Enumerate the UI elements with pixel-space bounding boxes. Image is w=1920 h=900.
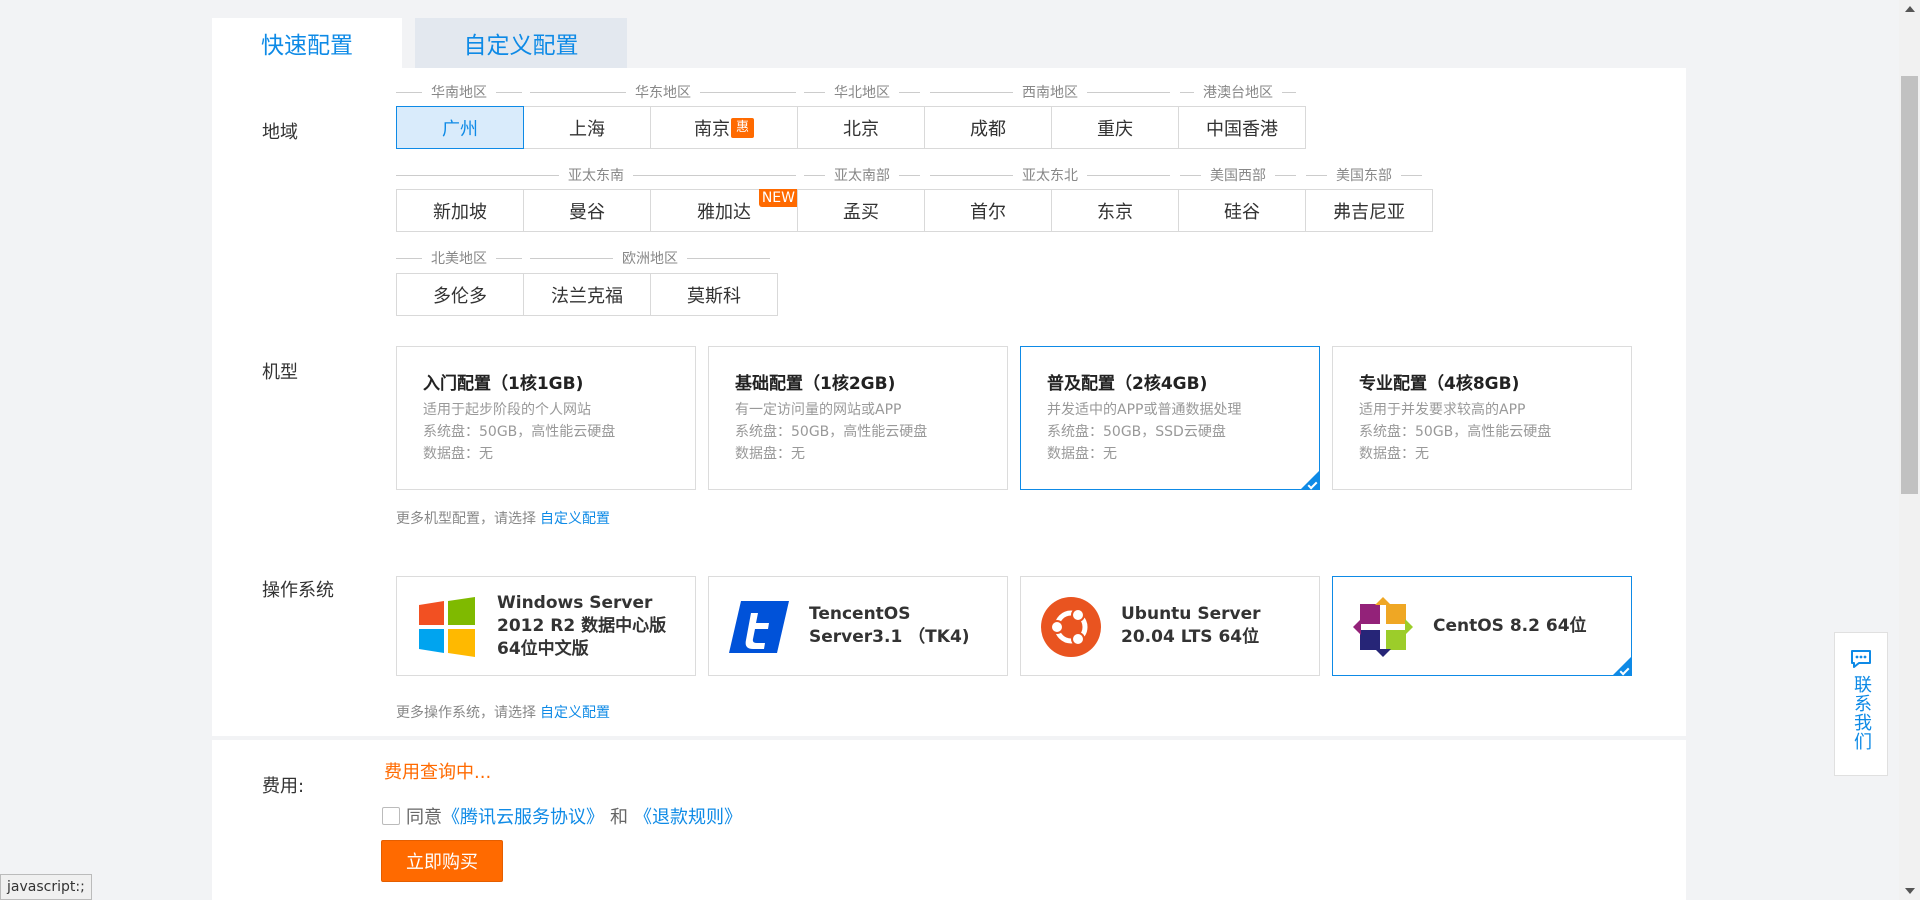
machine-title: 普及配置（2核4GB) — [1047, 374, 1208, 394]
region-group-header: 华南地区 — [396, 84, 522, 101]
region-row-3: 多伦多 法兰克福 莫斯科 — [396, 273, 778, 316]
region-option[interactable]: 中国香港 — [1178, 106, 1306, 149]
region-group-header: 欧洲地区 — [530, 250, 770, 267]
contact-us-button[interactable]: 联系我们 — [1834, 632, 1888, 776]
region-option[interactable]: 莫斯科 — [650, 273, 778, 316]
machine-desc: 并发适中的APP或普通数据处理 系统盘：50GB，SSD云硬盘 数据盘：无 — [1047, 402, 1242, 462]
os-name: TencentOS Server3.1 （TK4) — [809, 604, 970, 647]
os-card[interactable]: TencentOS Server3.1 （TK4) — [708, 576, 1008, 676]
os-card[interactable]: Windows Server 2012 R2 数据中心版 64位中文版 — [396, 576, 696, 676]
region-option[interactable]: 多伦多 — [396, 273, 524, 316]
agree-and: 和 — [610, 807, 628, 828]
region-option[interactable]: 东京 — [1051, 189, 1179, 232]
machine-title: 基础配置（1核2GB) — [735, 374, 896, 394]
region-row-1: 广州 上海 南京惠 北京 成都 重庆 中国香港 — [396, 106, 1306, 149]
new-badge: NEW — [758, 189, 798, 207]
agreement: 同意 《腾讯云服务协议》 和 《退款规则》 — [382, 803, 742, 829]
machine-card-selected[interactable]: 普及配置（2核4GB) 并发适中的APP或普通数据处理 系统盘：50GB，SSD云… — [1020, 346, 1320, 490]
region-group-header: 亚太南部 — [804, 167, 920, 184]
region-label: 地域 — [262, 122, 298, 143]
tab-custom-config[interactable]: 自定义配置 — [415, 18, 627, 68]
region-group-header: 港澳台地区 — [1180, 84, 1296, 101]
region-option[interactable]: 重庆 — [1051, 106, 1179, 149]
os-name: Ubuntu Server 20.04 LTS 64位 — [1121, 604, 1261, 647]
os-card[interactable]: Ubuntu Server 20.04 LTS 64位 — [1020, 576, 1320, 676]
region-group-header: 亚太东北 — [930, 167, 1170, 184]
region-option[interactable]: 北京 — [797, 106, 925, 149]
custom-config-link[interactable]: 自定义配置 — [540, 705, 610, 721]
windows-icon — [419, 597, 475, 657]
tencentos-icon — [729, 601, 789, 653]
agree-prefix: 同意 — [406, 807, 442, 828]
region-group-header: 西南地区 — [930, 84, 1170, 101]
machine-desc: 适用于起步阶段的个人网站 系统盘：50GB，高性能云硬盘 数据盘：无 — [423, 402, 616, 462]
os-name: Windows Server 2012 R2 数据中心版 64位中文版 — [497, 592, 667, 659]
region-option[interactable]: 首尔 — [924, 189, 1052, 232]
centos-icon — [1353, 597, 1413, 657]
os-name: CentOS 8.2 64位 — [1433, 615, 1587, 636]
region-row-2: 新加坡 曼谷 雅加达 NEW 孟买 首尔 东京 硅谷 弗吉尼亚 — [396, 189, 1433, 232]
config-panel: 地域 华南地区 华东地区 华北地区 西南地区 港澳台地区 广州 上海 南京惠 北… — [212, 68, 1686, 736]
ubuntu-icon — [1041, 597, 1101, 657]
machine-card[interactable]: 入门配置（1核1GB) 适用于起步阶段的个人网站 系统盘：50GB，高性能云硬盘数… — [396, 346, 696, 490]
region-group-header: 华北地区 — [804, 84, 920, 101]
contact-us-label: 联系我们 — [1851, 675, 1872, 751]
scroll-down-icon[interactable] — [1905, 888, 1915, 894]
machine-desc: 有一定访问量的网站或APP 系统盘：50GB，高性能云硬盘 数据盘：无 — [735, 402, 928, 462]
chat-icon — [1851, 650, 1871, 668]
machine-hint: 更多机型配置，请选择 自定义配置 — [396, 511, 610, 527]
scrollbar-thumb[interactable] — [1901, 76, 1918, 494]
region-option[interactable]: 成都 — [924, 106, 1052, 149]
os-hint: 更多操作系统，请选择 自定义配置 — [396, 705, 610, 721]
region-group-header: 美国东部 — [1306, 167, 1422, 184]
custom-config-link[interactable]: 自定义配置 — [540, 511, 610, 527]
service-agreement-link[interactable]: 《腾讯云服务协议》 — [442, 803, 604, 829]
region-option[interactable]: 雅加达 NEW — [650, 189, 798, 232]
region-group-header: 华东地区 — [530, 84, 796, 101]
region-option[interactable]: 法兰克福 — [523, 273, 651, 316]
machine-label: 机型 — [262, 362, 298, 383]
machine-title: 入门配置（1核1GB) — [423, 374, 584, 394]
machine-card[interactable]: 专业配置（4核8GB) 适用于并发要求较高的APP 系统盘：50GB，高性能云硬盘… — [1332, 346, 1632, 490]
tab-quick-config[interactable]: 快速配置 — [212, 18, 402, 68]
region-option[interactable]: 硅谷 — [1178, 189, 1306, 232]
purchase-section: 费用: 费用查询中... 同意 《腾讯云服务协议》 和 《退款规则》 立即购买 — [212, 740, 1686, 900]
region-option[interactable]: 新加坡 — [396, 189, 524, 232]
region-group-header: 北美地区 — [396, 250, 522, 267]
machine-title: 专业配置（4核8GB) — [1359, 374, 1520, 394]
refund-rules-link[interactable]: 《退款规则》 — [634, 803, 742, 829]
page-scrollbar[interactable] — [1899, 0, 1920, 900]
region-option[interactable]: 广州 — [396, 106, 524, 149]
fee-value: 费用查询中... — [384, 762, 492, 783]
region-option[interactable]: 曼谷 — [523, 189, 651, 232]
region-option[interactable]: 南京惠 — [650, 106, 798, 149]
region-option[interactable]: 孟买 — [797, 189, 925, 232]
scroll-up-icon[interactable] — [1905, 6, 1915, 12]
config-tabs: 快速配置 自定义配置 — [212, 18, 627, 68]
os-card-selected[interactable]: CentOS 8.2 64位 — [1332, 576, 1632, 676]
machine-desc: 适用于并发要求较高的APP 系统盘：50GB，高性能云硬盘 数据盘：无 — [1359, 402, 1552, 462]
region-group-header: 亚太东南 — [396, 167, 796, 184]
discount-badge: 惠 — [731, 117, 754, 138]
region-group-header: 美国西部 — [1180, 167, 1296, 184]
region-option[interactable]: 上海 — [523, 106, 651, 149]
machine-card[interactable]: 基础配置（1核2GB) 有一定访问量的网站或APP 系统盘：50GB，高性能云硬盘… — [708, 346, 1008, 490]
os-label: 操作系统 — [262, 580, 334, 601]
fee-label: 费用: — [262, 776, 305, 797]
agree-checkbox[interactable] — [382, 807, 400, 825]
region-option[interactable]: 弗吉尼亚 — [1305, 189, 1433, 232]
status-bar-url: javascript:; — [0, 874, 92, 900]
buy-now-button[interactable]: 立即购买 — [381, 840, 503, 882]
